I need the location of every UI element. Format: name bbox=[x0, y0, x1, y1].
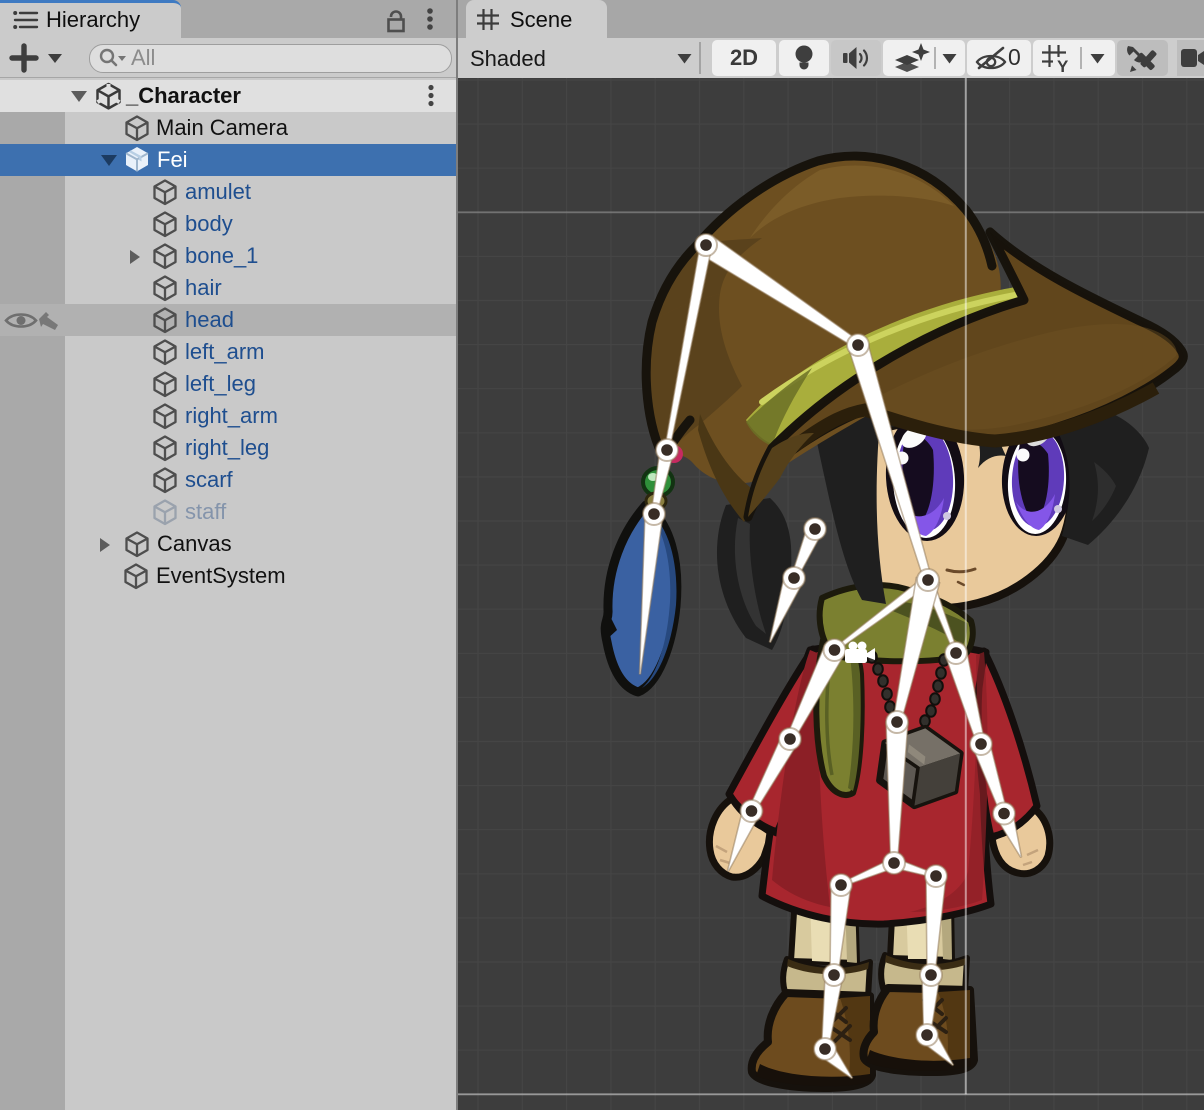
svg-text:Y: Y bbox=[1057, 57, 1069, 74]
